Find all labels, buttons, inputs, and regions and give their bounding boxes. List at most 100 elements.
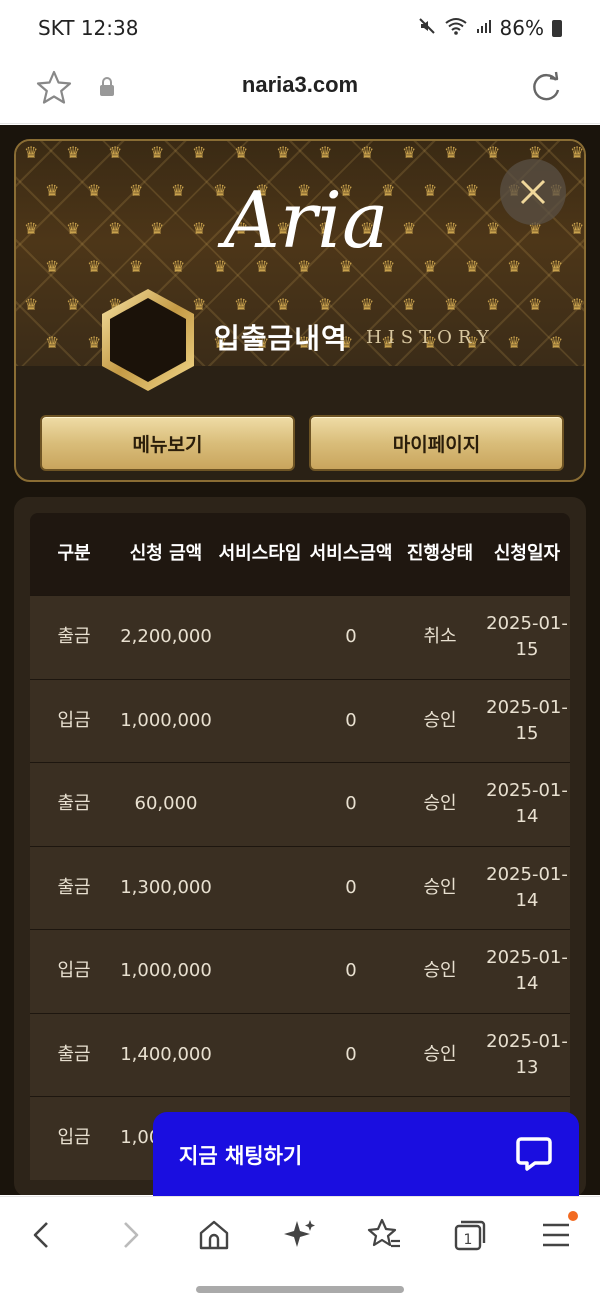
cell-date: 2025-01-14 (486, 863, 568, 911)
cell-status: 승인 (423, 876, 457, 898)
status-icons: 86% (418, 16, 562, 40)
crown-icon: ♛ (549, 257, 564, 276)
tabs-icon[interactable]: 1 (450, 1215, 490, 1255)
page-title: 입출금내역 (214, 322, 348, 355)
table-row: 출금 1,400,000 0 승인 2025-01-13 (30, 1012, 570, 1096)
cell-amount: 1,000,000 (120, 709, 212, 731)
crown-icon: ♛ (486, 295, 501, 314)
cell-status: 취소 (423, 626, 457, 648)
bookmarks-icon[interactable] (364, 1215, 404, 1255)
battery-level: 86% (499, 16, 544, 40)
cell-service-type (214, 930, 306, 1013)
column-header-status: 진행상태 (406, 542, 474, 564)
back-arrow-icon[interactable] (22, 1215, 62, 1255)
cell-type: 출금 (57, 876, 91, 898)
chat-bubble-icon (516, 1137, 552, 1171)
cell-service-type (214, 680, 306, 763)
crown-icon: ♛ (66, 219, 81, 238)
crown-icon: ♛ (507, 257, 522, 276)
crown-icon: ♛ (465, 257, 480, 276)
crown-icon: ♛ (402, 219, 417, 238)
column-header-amount: 신청 금액 (129, 542, 203, 564)
cell-service-amount: 0 (345, 876, 357, 898)
crown-icon: ♛ (171, 257, 186, 276)
cell-amount: 60,000 (134, 793, 198, 815)
cell-type: 출금 (57, 793, 91, 815)
cell-service-type (214, 847, 306, 930)
crown-icon: ♛ (129, 181, 144, 200)
crown-icon: ♛ (402, 295, 417, 314)
crown-icon: ♛ (465, 181, 480, 200)
crown-icon: ♛ (507, 333, 522, 352)
cell-amount: 2,200,000 (120, 626, 212, 648)
column-header-type: 구분 (57, 542, 91, 564)
menu-button[interactable]: 메뉴보기 (40, 415, 295, 471)
close-button[interactable] (500, 159, 566, 225)
status-bar: SKT 12:38 86% (0, 0, 600, 56)
cell-type: 출금 (57, 1043, 91, 1065)
crown-icon: ♛ (150, 219, 165, 238)
crown-icon: ♛ (24, 219, 39, 238)
cell-date: 2025-01-14 (486, 947, 568, 995)
logo-text: Aria (217, 176, 388, 266)
sparkle-icon[interactable] (280, 1215, 320, 1255)
mute-icon (418, 17, 436, 40)
home-icon[interactable] (194, 1215, 234, 1255)
cell-date: 2025-01-15 (486, 613, 568, 661)
crown-icon: ♛ (276, 295, 291, 314)
crown-icon: ♛ (549, 333, 564, 352)
browser-bottom-nav: 1 (0, 1196, 600, 1301)
page-content: ♛ ♛ ♛ ♛ ♛ ♛ ♛ ♛ ♛ ♛ ♛ ♛ ♛ ♛ ♛ ♛ ♛ ♛ ♛ ♛ ♛ ♛ ♛ ♛ ♛ ♛ ♛ ♛ ♛ ♛ ♛ ♛ ♛ ♛ ♛ ♛ ♛ ♛ ♛ ♛… (0, 125, 600, 1195)
cell-service-amount: 0 (345, 1043, 357, 1065)
crown-icon: ♛ (318, 295, 333, 314)
crown-icon: ♛ (108, 219, 123, 238)
table-row: 입금 1,000,000 0 승인 2025-01-15 (30, 678, 570, 763)
forward-arrow-icon[interactable] (110, 1215, 150, 1255)
wifi-icon (444, 17, 468, 40)
cell-amount: 1,000,000 (120, 960, 212, 982)
hexagon-emblem-icon (102, 289, 194, 391)
crown-icon: ♛ (570, 143, 585, 162)
gesture-bar[interactable] (196, 1286, 404, 1293)
header-button-row: 메뉴보기 마이페이지 (40, 415, 564, 471)
cell-date: 2025-01-15 (486, 696, 568, 744)
mypage-button[interactable]: 마이페이지 (309, 415, 564, 471)
crown-icon: ♛ (108, 143, 123, 162)
notification-dot (568, 1211, 578, 1221)
cell-amount: 1,400,000 (120, 1043, 212, 1065)
crown-icon: ♛ (87, 257, 102, 276)
cell-status: 승인 (423, 793, 457, 815)
live-chat-button[interactable]: 지금 채팅하기 (153, 1112, 579, 1196)
crown-icon: ♛ (45, 257, 60, 276)
crown-icon: ♛ (528, 295, 543, 314)
column-header-service-amount: 서비스금액 (309, 542, 393, 564)
crown-icon: ♛ (402, 143, 417, 162)
signal-icon (476, 18, 492, 39)
cell-type: 입금 (57, 960, 91, 982)
crown-icon: ♛ (570, 219, 585, 238)
column-header-date: 신청일자 (493, 542, 561, 564)
crown-icon: ♛ (45, 181, 60, 200)
menu-icon[interactable] (536, 1215, 576, 1255)
crown-icon: ♛ (192, 143, 207, 162)
cell-amount: 1,300,000 (120, 876, 212, 898)
cell-status: 승인 (423, 709, 457, 731)
cell-type: 입금 (57, 1127, 91, 1149)
crown-icon: ♛ (24, 295, 39, 314)
cell-status: 승인 (423, 1043, 457, 1065)
tab-count: 1 (464, 1232, 473, 1248)
crown-icon: ♛ (444, 219, 459, 238)
crown-icon: ♛ (444, 143, 459, 162)
crown-icon: ♛ (87, 181, 102, 200)
crown-icon: ♛ (45, 333, 60, 352)
column-header-service-type: 서비스타입 (218, 542, 302, 564)
crown-icon: ♛ (486, 143, 501, 162)
carrier-time: SKT 12:38 (38, 16, 139, 40)
table-row: 출금 1,300,000 0 승인 2025-01-14 (30, 845, 570, 930)
table-body: 출금 2,200,000 0 취소 2025-01-15 입금 1,000,00… (30, 595, 570, 1180)
reload-icon[interactable] (526, 68, 566, 108)
history-header-card: ♛ ♛ ♛ ♛ ♛ ♛ ♛ ♛ ♛ ♛ ♛ ♛ ♛ ♛ ♛ ♛ ♛ ♛ ♛ ♛ ♛ ♛ ♛ ♛ ♛ ♛ ♛ ♛ ♛ ♛ ♛ ♛ ♛ ♛ ♛ ♛ ♛ ♛ ♛ ♛… (14, 139, 586, 482)
cell-service-amount: 0 (345, 709, 357, 731)
close-icon (520, 179, 546, 205)
url-text[interactable]: naria3.com (0, 72, 600, 98)
